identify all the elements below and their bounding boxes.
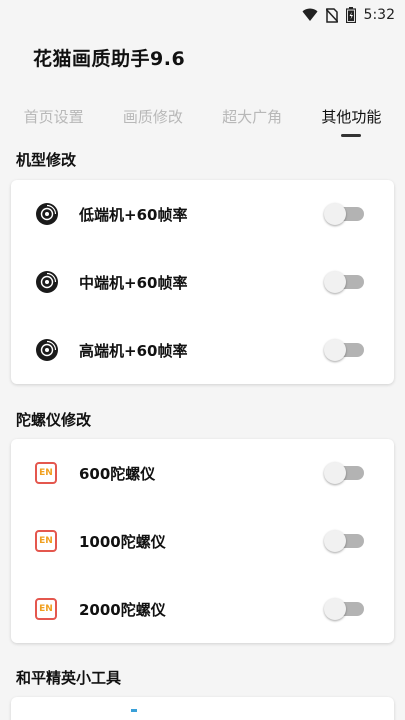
toggle-switch[interactable] <box>324 203 364 225</box>
wifi-icon <box>302 8 318 21</box>
list-item[interactable]: 中端机+60帧率 <box>11 248 394 316</box>
no-sim-icon <box>325 7 338 23</box>
en-icon: EN <box>35 462 57 484</box>
disc-icon <box>36 203 58 225</box>
active-tab-indicator <box>341 133 362 137</box>
list-item[interactable]: EN 1000陀螺仪 <box>11 507 394 575</box>
toggle-switch[interactable] <box>324 598 364 620</box>
item-label: 2000陀螺仪 <box>79 600 166 619</box>
item-label: 低端机+60帧率 <box>79 205 188 224</box>
gyro-card: EN 600陀螺仪 EN 1000陀螺仪 EN 2000陀螺仪 <box>11 439 394 643</box>
item-label: 高端机+60帧率 <box>79 341 188 360</box>
list-item[interactable]: EN 2000陀螺仪 <box>11 575 394 643</box>
item-label: 中端机+60帧率 <box>79 273 188 292</box>
tab-home-settings[interactable]: 首页设置 <box>6 106 102 127</box>
toggle-knob <box>324 203 346 225</box>
list-item[interactable]: EN 600陀螺仪 <box>11 439 394 507</box>
status-bar: 5:32 <box>0 0 405 30</box>
tab-quality-mod[interactable]: 画质修改 <box>105 106 201 127</box>
item-label: 1000陀螺仪 <box>79 532 166 551</box>
toggle-switch[interactable] <box>324 530 364 552</box>
section-title-gyro: 陀螺仪修改 <box>16 411 92 429</box>
en-icon: EN <box>35 598 57 620</box>
battery-icon <box>345 7 356 23</box>
toggle-knob <box>324 598 346 620</box>
toggle-switch[interactable] <box>324 271 364 293</box>
list-item[interactable]: 低端机+60帧率 <box>11 180 394 248</box>
app-title: 花猫画质助手9.6 <box>33 48 186 70</box>
disc-icon <box>36 271 58 293</box>
toggle-knob <box>324 462 346 484</box>
section-title-tools: 和平精英小工具 <box>16 669 122 687</box>
toggle-switch[interactable] <box>324 339 364 361</box>
list-item[interactable]: 高端机+60帧率 <box>11 316 394 384</box>
disc-icon <box>36 339 58 361</box>
tools-card <box>11 697 394 720</box>
device-card: 低端机+60帧率 中端机+60帧率 高端机+60帧率 <box>11 180 394 384</box>
status-time: 5:32 <box>363 7 395 23</box>
en-icon: EN <box>35 530 57 552</box>
item-label: 600陀螺仪 <box>79 464 156 483</box>
tab-other-features[interactable]: 其他功能 <box>303 106 399 137</box>
toggle-knob <box>324 530 346 552</box>
tab-bar: 首页设置 画质修改 超大广角 其他功能 <box>0 96 405 137</box>
scroll-hint <box>131 709 137 712</box>
toggle-knob <box>324 339 346 361</box>
toggle-knob <box>324 271 346 293</box>
tab-wide-angle[interactable]: 超大广角 <box>204 106 300 127</box>
section-title-device: 机型修改 <box>16 151 77 169</box>
tab-other-features-label: 其他功能 <box>321 107 382 126</box>
toggle-switch[interactable] <box>324 462 364 484</box>
